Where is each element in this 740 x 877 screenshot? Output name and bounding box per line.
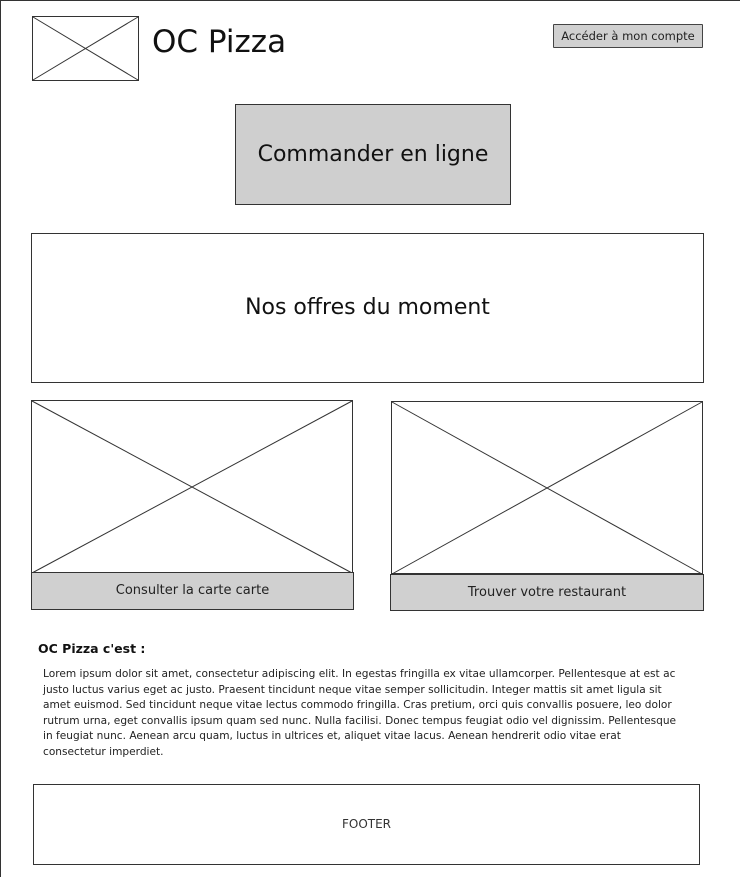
page-frame-top <box>0 0 740 1</box>
about-body-text: Lorem ipsum dolor sit amet, consectetur … <box>43 668 677 758</box>
find-restaurant-button[interactable]: Trouver votre restaurant <box>390 574 704 611</box>
offers-banner[interactable]: Nos offres du moment <box>31 233 704 383</box>
logo-image-placeholder-icon <box>32 16 140 82</box>
footer: FOOTER <box>33 784 700 865</box>
view-menu-button[interactable]: Consulter la carte carte <box>31 572 354 610</box>
menu-card-image-placeholder-icon <box>31 400 354 574</box>
order-online-button[interactable]: Commander en ligne <box>235 104 511 205</box>
page-frame-left <box>0 0 1 877</box>
restaurant-card-image-placeholder-icon <box>391 401 704 575</box>
about-heading: OC Pizza c'est : <box>38 641 146 656</box>
site-title: OC Pizza <box>152 24 287 60</box>
account-button[interactable]: Accéder à mon compte <box>553 24 703 48</box>
